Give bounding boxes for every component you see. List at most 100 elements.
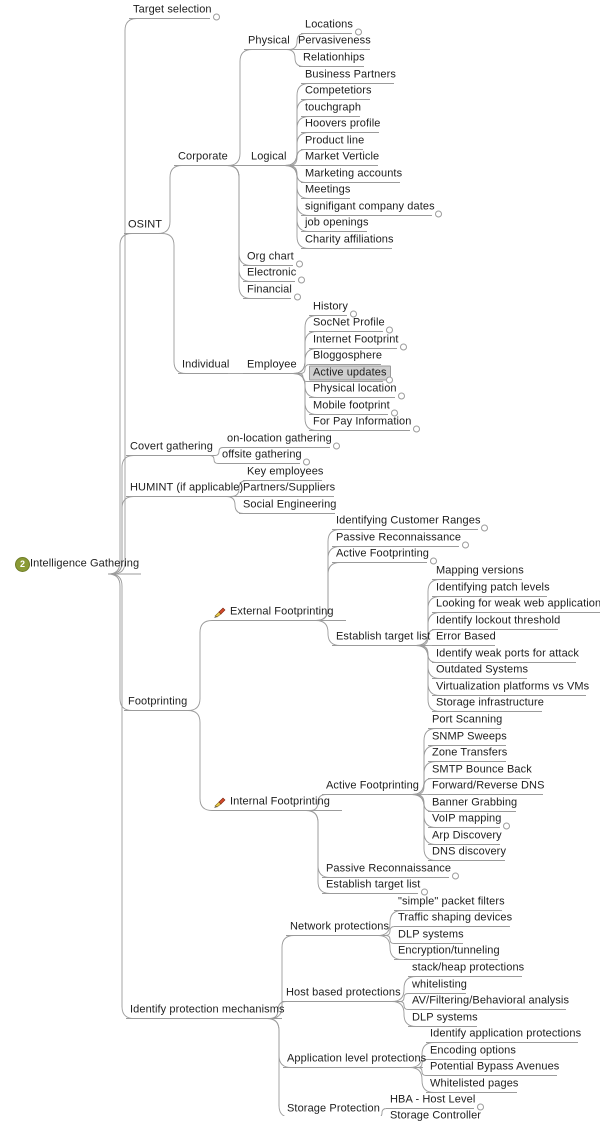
collapse-handle[interactable] [462,541,469,549]
node-internet-footprint[interactable]: Internet Footprint [311,333,401,348]
node-forward-reverse-dns[interactable]: Forward/Reverse DNS [430,779,547,794]
collapse-handle[interactable] [294,293,301,301]
node-active-updates[interactable]: Active updates [309,365,391,381]
node-offsite-gathering[interactable]: offsite gathering [220,448,304,463]
node-humint[interactable]: HUMINT (if applicable) [128,481,245,496]
node-arp-discovery[interactable]: Arp Discovery [430,829,504,844]
node-relationhips[interactable]: Relationhips [301,51,367,66]
node-simple-packet-filters[interactable]: "simple" packet filters [396,895,507,910]
node-whitelisting[interactable]: whitelisting [410,978,469,993]
node-financial[interactable]: Financial [245,283,294,298]
node-partners-suppliers[interactable]: Partners/Suppliers [241,481,337,496]
collapse-handle[interactable] [333,442,340,450]
node-active-footprinting-ext[interactable]: Active Footprinting [334,547,431,562]
node-active-footprinting-int[interactable]: Active Footprinting [324,779,421,794]
node-history[interactable]: History [311,300,350,315]
collapse-handle[interactable] [435,210,442,218]
node-encoding-options[interactable]: Encoding options [428,1044,518,1059]
node-competetiors[interactable]: Competetiors [303,84,374,99]
node-bloggosphere[interactable]: Bloggosphere [311,349,384,364]
node-key-employees[interactable]: Key employees [245,465,326,480]
collapse-handle[interactable] [413,425,420,433]
node-covert-gathering[interactable]: Covert gathering [128,440,215,455]
node-physical-location[interactable]: Physical location [311,382,399,397]
node-hba-host-level[interactable]: HBA - Host Level [388,1093,477,1108]
node-physical[interactable]: Physical [246,34,292,49]
collapse-handle[interactable] [400,343,407,351]
node-job-openings[interactable]: job openings [303,216,371,231]
node-socnet-profile[interactable]: SocNet Profile [311,316,387,331]
node-identifying-customer-ranges[interactable]: Identifying Customer Ranges [334,514,483,529]
node-potential-bypass-avenues[interactable]: Potential Bypass Avenues [428,1060,561,1075]
node-av-filtering-behavioral-analysis[interactable]: AV/Filtering/Behavioral analysis [410,994,571,1009]
node-mobile-footprint[interactable]: Mobile footprint [311,399,392,414]
node-virtualization-platforms-vs-vms[interactable]: Virtualization platforms vs VMs [434,680,591,695]
node-storage-protection[interactable]: Storage Protection [285,1102,382,1117]
node-mapping-versions[interactable]: Mapping versions [434,564,526,579]
node-dlp-systems-host[interactable]: DLP systems [410,1011,480,1026]
node-osint[interactable]: OSINT [126,218,164,233]
node-employee[interactable]: Employee [245,358,299,373]
node-touchgraph[interactable]: touchgraph [303,101,363,116]
node-dns-discovery[interactable]: DNS discovery [430,845,508,860]
node-whitelisted-pages[interactable]: Whitelisted pages [428,1077,521,1092]
node-identify-weak-ports-for-attack[interactable]: Identify weak ports for attack [434,647,581,662]
root-node[interactable]: 2 Intelligence Gathering [14,556,141,572]
node-network-protections[interactable]: Network protections [288,920,391,935]
node-on-location-gathering[interactable]: on-location gathering [225,432,334,447]
node-establish-target-list-ext[interactable]: Establish target list [334,630,432,645]
node-looking-for-weak-web-applications[interactable]: Looking for weak web applications [434,597,600,612]
node-meetings[interactable]: Meetings [303,183,352,198]
node-dlp-systems-network[interactable]: DLP systems [396,928,466,943]
node-banner-grabbing[interactable]: Banner Grabbing [430,796,519,811]
node-external-footprinting[interactable]: External Footprinting [214,605,336,620]
node-org-chart[interactable]: Org chart [245,250,296,265]
node-identifying-patch-levels[interactable]: Identifying patch levels [434,581,552,596]
node-market-verticle[interactable]: Market Verticle [303,150,381,165]
node-footprinting[interactable]: Footprinting [126,695,189,710]
node-individual[interactable]: Individual [180,358,231,373]
node-encryption-tunneling[interactable]: Encryption/tunneling [396,944,502,959]
node-port-scanning[interactable]: Port Scanning [430,713,504,728]
node-business-partners[interactable]: Business Partners [303,68,398,83]
node-error-based[interactable]: Error Based [434,630,498,645]
node-identify-lockout-threshold[interactable]: Identify lockout threshold [434,614,562,629]
node-stack-heap-protections[interactable]: stack/heap protections [410,961,526,976]
node-host-based-protections[interactable]: Host based protections [284,986,403,1001]
collapse-handle[interactable] [398,392,405,400]
collapse-handle[interactable] [298,276,305,284]
node-locations[interactable]: Locations [303,18,355,33]
node-traffic-shaping-devices[interactable]: Traffic shaping devices [396,911,514,926]
mind-map-canvas[interactable]: 2 Intelligence Gathering Target selection O… [0,0,600,1122]
node-establish-target-list-int[interactable]: Establish target list [324,878,422,893]
node-signifigant-company-dates[interactable]: signifigant company dates [303,200,437,215]
node-corporate[interactable]: Corporate [176,150,230,165]
node-electronic[interactable]: Electronic [245,266,298,281]
node-target-selection[interactable]: Target selection [131,3,214,18]
node-snmp-sweeps[interactable]: SNMP Sweeps [430,730,509,745]
collapse-handle[interactable] [481,524,488,532]
node-storage-controller[interactable]: Storage Controller [388,1109,483,1124]
node-hoovers-profile[interactable]: Hoovers profile [303,117,382,132]
collapse-handle[interactable] [503,822,510,830]
node-voip-mapping[interactable]: VoIP mapping [430,812,504,827]
node-logical[interactable]: Logical [249,150,289,165]
node-charity-affiliations[interactable]: Charity affiliations [303,233,396,248]
node-for-pay-information[interactable]: For Pay Information [311,415,414,430]
node-product-line[interactable]: Product line [303,134,366,149]
node-zone-transfers[interactable]: Zone Transfers [430,746,509,761]
node-passive-recon-int[interactable]: Passive Reconnaissance [324,862,453,877]
node-storage-infrastructure[interactable]: Storage infrastructure [434,696,546,711]
collapse-handle[interactable] [452,872,459,880]
node-passive-recon-ext[interactable]: Passive Reconnaissance [334,531,463,546]
node-social-engineering[interactable]: Social Engineering [241,498,339,513]
node-pervasiveness[interactable]: Pervasiveness [296,34,373,49]
node-smtp-bounce-back[interactable]: SMTP Bounce Back [430,763,534,778]
collapse-handle[interactable] [213,13,220,21]
node-identify-protection-mechanisms[interactable]: Identify protection mechanisms [128,1003,287,1018]
node-marketing-accounts[interactable]: Marketing accounts [303,167,404,182]
node-outdated-systems[interactable]: Outdated Systems [434,663,530,678]
node-internal-footprinting[interactable]: Internal Footprinting [214,795,332,810]
node-application-level-protections[interactable]: Application level protections [285,1052,428,1067]
node-identify-application-protections[interactable]: Identify application protections [428,1027,583,1042]
